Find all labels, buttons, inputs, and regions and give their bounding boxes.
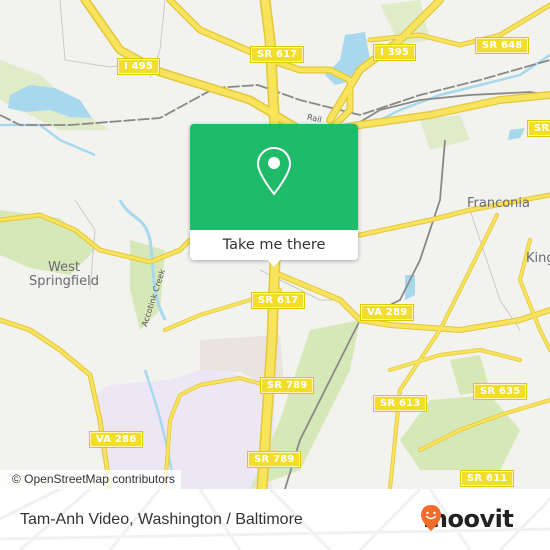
road-shield-sr635: SR 635 xyxy=(472,383,528,400)
popup-header xyxy=(190,124,358,230)
location-popup: Take me there xyxy=(190,124,358,267)
road-shield-va286: VA 286 xyxy=(88,431,144,448)
footer-bar: Tam-Anh Video, Washington / Baltimore mo… xyxy=(0,489,550,550)
take-me-there-button[interactable]: Take me there xyxy=(190,230,358,260)
stream xyxy=(369,53,550,127)
road-shield-sr613: SR 613 xyxy=(372,395,428,412)
road-shield-i495: I 495 xyxy=(116,58,161,75)
location-title: Tam-Anh Video, Washington / Baltimore xyxy=(20,511,303,528)
road-shield-sr611: SR 611 xyxy=(459,470,515,487)
place-label-franconia: Franconia xyxy=(467,196,531,211)
road-shield-sr789: SR 789 xyxy=(259,377,315,394)
moovit-logo[interactable]: moovit xyxy=(420,504,514,534)
place-label-kingstowne: King xyxy=(526,251,550,266)
map-attribution[interactable]: © OpenStreetMap contributors xyxy=(0,470,181,489)
place-label-west-springfield: West Springfield xyxy=(28,260,99,289)
road-shield-va289: VA 289 xyxy=(359,304,415,321)
moovit-smile-pin-icon xyxy=(421,505,441,531)
popup-pointer xyxy=(266,258,282,267)
lake xyxy=(508,128,525,140)
road-shield-sr617: SR 617 xyxy=(250,292,306,309)
location-pin-icon xyxy=(256,146,292,196)
road-shield-sr789: SR 789 xyxy=(246,451,302,468)
road-shield-i395: I 395 xyxy=(372,44,417,61)
map-view[interactable]: I 495 SR 617 I 395 SR 648 SR SR 617 VA 2… xyxy=(0,0,550,489)
road-shield-sr648: SR 648 xyxy=(474,37,530,54)
road-shield-sr617: SR 617 xyxy=(249,46,305,63)
minor-road xyxy=(469,209,521,331)
road-shield-sr: SR xyxy=(526,120,550,137)
